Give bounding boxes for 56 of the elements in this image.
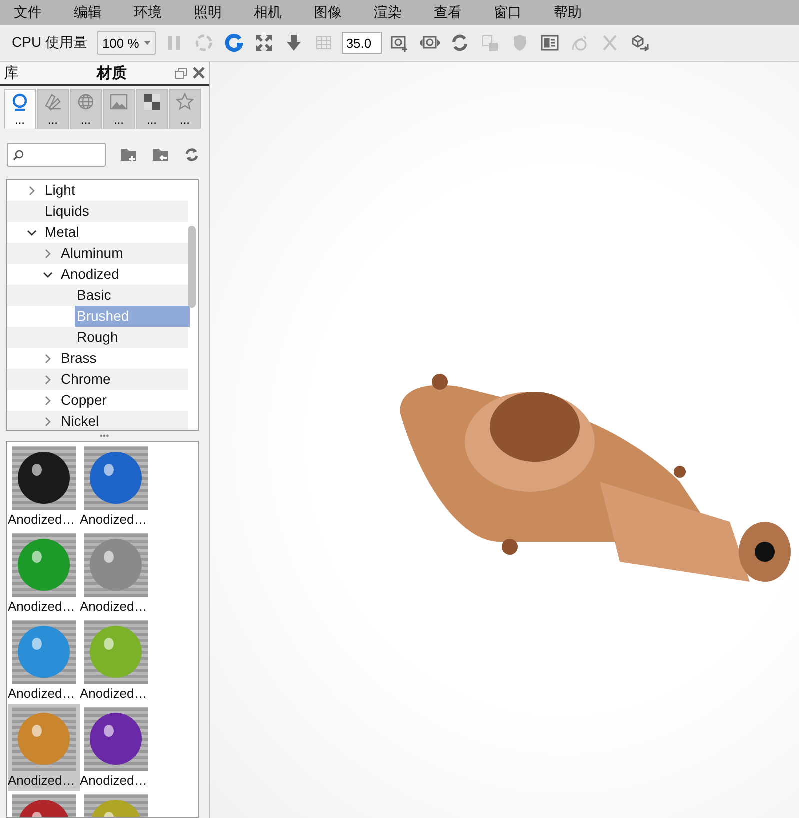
sphere-icon [11, 92, 29, 110]
menu-item[interactable]: 相机 [254, 4, 282, 22]
library-tab[interactable]: ... [37, 89, 69, 129]
swatches-icon [44, 92, 62, 110]
library-tab[interactable]: ... [103, 89, 135, 129]
menu-item[interactable]: 帮助 [554, 4, 582, 22]
chevron-right-icon[interactable] [27, 186, 37, 196]
tree-item[interactable]: Metal [43, 222, 158, 243]
menu-item[interactable]: 窗口 [494, 4, 522, 22]
checker-icon [143, 92, 161, 110]
chevron-down-icon[interactable] [27, 228, 37, 238]
tree-item[interactable]: Light [43, 180, 158, 201]
field-of-view-field[interactable]: 35.0 [342, 32, 382, 54]
panel-title: 材质 [96, 64, 128, 82]
close-icon[interactable] [193, 67, 205, 79]
menu-item[interactable]: 查看 [434, 4, 462, 22]
menu-item[interactable]: 图像 [314, 4, 342, 22]
layout-icon[interactable] [540, 33, 560, 53]
search-icon [13, 150, 24, 160]
library-label: 库 [4, 64, 19, 82]
expand-icon[interactable] [254, 33, 274, 53]
library-tab[interactable]: ... [70, 89, 102, 129]
menu-item[interactable]: 文件 [14, 4, 42, 22]
menu-item[interactable]: 编辑 [74, 4, 102, 22]
tree-item[interactable]: Anodized [59, 264, 174, 285]
folder-add-icon[interactable] [120, 147, 138, 163]
cpu-usage-label: CPU 使用量 [12, 34, 88, 52]
chevron-right-icon[interactable] [43, 396, 53, 406]
scrollbar-thumb[interactable] [188, 226, 196, 308]
render-viewport[interactable] [210, 62, 799, 818]
material-thumbnail[interactable]: Anodized… [8, 704, 80, 791]
library-tab[interactable]: ... [136, 89, 168, 129]
caret-icon [144, 41, 152, 45]
search-field[interactable] [7, 143, 106, 167]
tree-item[interactable]: Brass [59, 348, 174, 369]
library-tab[interactable]: ... [169, 89, 201, 129]
chevron-right-icon[interactable] [43, 248, 53, 258]
picture-icon [110, 92, 128, 110]
menu-item[interactable]: 渲染 [374, 4, 402, 22]
cycle-icon[interactable] [450, 33, 470, 53]
library-tab[interactable]: ... [4, 89, 36, 129]
export-icon[interactable] [630, 33, 650, 53]
refresh-icon[interactable] [224, 33, 244, 53]
chevron-right-icon[interactable] [43, 374, 53, 384]
star-icon [176, 92, 194, 110]
menu-item[interactable]: 环境 [134, 4, 162, 22]
folder-import-icon[interactable] [152, 147, 170, 163]
tree-item[interactable]: Copper [59, 390, 174, 411]
chevron-down-icon[interactable] [43, 270, 53, 280]
restore-icon[interactable] [175, 68, 187, 78]
chevron-right-icon[interactable] [43, 354, 53, 364]
chevron-right-icon[interactable] [43, 416, 53, 426]
cpu-usage-dropdown[interactable]: 100 % [97, 31, 156, 55]
globe-icon [77, 92, 95, 110]
menu-item[interactable]: 照明 [194, 4, 222, 22]
refresh-icon[interactable] [184, 147, 200, 163]
